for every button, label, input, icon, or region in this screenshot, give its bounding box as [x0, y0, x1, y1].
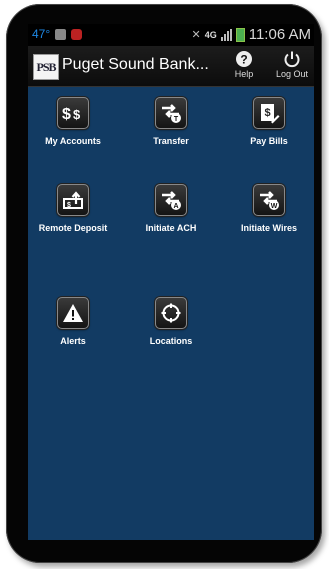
crosshair-icon — [155, 297, 187, 329]
menu-item-my-accounts[interactable]: $ $ My Accounts — [28, 97, 118, 146]
menu-item-locations[interactable]: Locations — [126, 297, 216, 346]
transfer-a-icon: A — [155, 184, 187, 216]
svg-text:$: $ — [62, 106, 71, 123]
menu-item-label: Remote Deposit — [38, 223, 108, 233]
battery-icon — [235, 27, 245, 42]
bank-logo: PSB — [33, 54, 59, 80]
phone-frame: 47° ✕ 4G 11:06 AM PSB Puget Sound Bank..… — [6, 4, 322, 563]
help-button[interactable]: ? Help — [224, 50, 264, 84]
deposit-icon: $ — [57, 184, 89, 216]
logout-label: Log Out — [275, 69, 309, 79]
screen: 47° ✕ 4G 11:06 AM PSB Puget Sound Bank..… — [28, 24, 314, 540]
svg-text:W: W — [271, 203, 278, 210]
menu-item-label: Transfer — [153, 136, 189, 146]
help-icon: ? — [236, 51, 252, 67]
svg-text:T: T — [174, 116, 179, 123]
menu-item-label: My Accounts — [45, 136, 101, 146]
clock: 11:06 AM — [248, 26, 311, 43]
menu-item-remote-deposit[interactable]: $ Remote Deposit — [28, 184, 118, 233]
network-type: 4G — [204, 29, 217, 40]
menu-item-initiate-ach[interactable]: A Initiate ACH — [126, 184, 216, 233]
status-bar: 47° ✕ 4G 11:06 AM — [28, 24, 314, 46]
menu-item-alerts[interactable]: Alerts — [28, 297, 118, 346]
menu-item-label: Alerts — [60, 336, 86, 346]
svg-text:$: $ — [264, 107, 270, 119]
menu-item-label: Pay Bills — [250, 136, 288, 146]
voicemail-icon — [55, 28, 67, 40]
menu-item-transfer[interactable]: T Transfer — [126, 97, 216, 146]
signal-icon — [220, 28, 232, 41]
menu-item-label: Locations — [149, 336, 193, 346]
weather-temperature: 47° — [32, 27, 51, 41]
svg-text:?: ? — [240, 53, 247, 67]
logout-button[interactable]: Log Out — [272, 50, 312, 84]
menu-item-initiate-wires[interactable]: W Initiate Wires — [224, 184, 314, 233]
help-label: Help — [234, 69, 254, 79]
dollar-icon: $ $ — [57, 97, 89, 129]
svg-text:$: $ — [73, 107, 81, 122]
svg-text:A: A — [173, 203, 178, 210]
action-bar: PSB Puget Sound Bank... ? Help Log Out — [28, 46, 314, 87]
menu-item-pay-bills[interactable]: $ Pay Bills — [224, 97, 314, 146]
menu-item-label: Initiate ACH — [145, 223, 197, 233]
main-menu: $ $ My Accounts T Transfer $ Pay Bills $… — [28, 87, 314, 540]
power-icon — [284, 51, 300, 68]
notification-icon — [71, 28, 83, 40]
mute-icon: ✕ — [191, 29, 201, 41]
pay-bill-icon: $ — [253, 97, 285, 129]
app-title: Puget Sound Bank... — [62, 56, 209, 73]
svg-text:$: $ — [67, 202, 71, 209]
transfer-t-icon: T — [155, 97, 187, 129]
menu-item-label: Initiate Wires — [241, 223, 297, 233]
transfer-w-icon: W — [253, 184, 285, 216]
warning-icon — [57, 297, 89, 329]
